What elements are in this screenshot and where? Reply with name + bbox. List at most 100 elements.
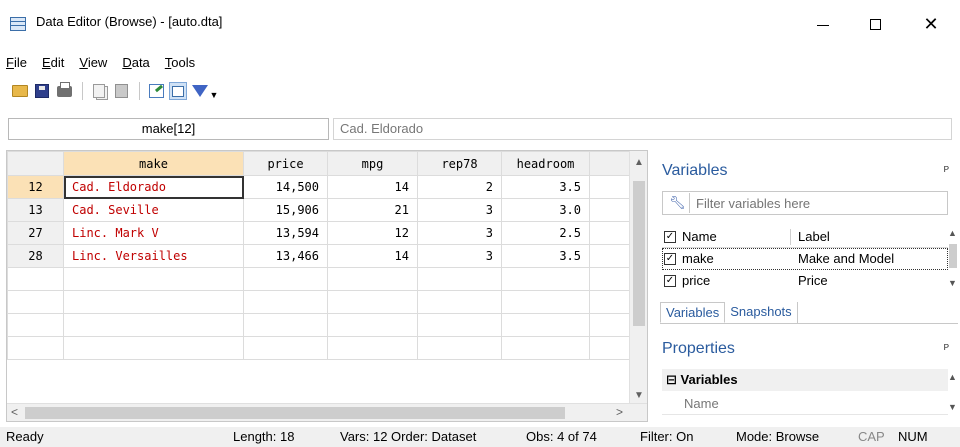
- variables-scrollbar[interactable]: ▲ ▼: [948, 226, 958, 298]
- empty-cell: [589, 175, 630, 199]
- maximize-button[interactable]: [852, 10, 898, 38]
- scroll-up-icon[interactable]: ▲: [634, 157, 644, 168]
- minimize-icon: [817, 24, 829, 26]
- properties-group-label: Variables: [680, 372, 738, 387]
- wrench-icon: 🔧︎: [669, 195, 686, 210]
- toolbar-separator: [82, 82, 83, 100]
- cell-make[interactable]: Linc. Mark V: [63, 221, 244, 245]
- cell-headroom[interactable]: 3.5: [501, 244, 590, 268]
- select-all-checkbox[interactable]: ✓: [664, 231, 676, 243]
- column-header-price[interactable]: price: [243, 151, 328, 176]
- status-num: NUM: [898, 429, 928, 444]
- column-header-rep78[interactable]: rep78: [417, 151, 502, 176]
- cell-headroom[interactable]: 3.5: [501, 175, 590, 199]
- scroll-down-icon[interactable]: ▼: [948, 402, 957, 412]
- scroll-down-icon[interactable]: ▼: [634, 390, 644, 401]
- properties-group-variables[interactable]: ⊟ Variables: [662, 369, 948, 391]
- pin-icon[interactable]: ᴾ: [944, 342, 949, 356]
- cell-headroom[interactable]: 3.0: [501, 198, 590, 222]
- status-mode: Mode: Browse: [736, 429, 820, 444]
- cell-mpg[interactable]: 14: [327, 244, 418, 268]
- cell-rep78[interactable]: 2: [417, 175, 502, 199]
- name-column-header[interactable]: Name: [682, 226, 717, 248]
- corner-cell[interactable]: [7, 151, 64, 176]
- menu-tools[interactable]: Tools: [165, 55, 195, 70]
- minimize-button[interactable]: [800, 10, 846, 38]
- print-button[interactable]: [54, 81, 74, 101]
- status-bar: Ready Length: 18 Vars: 12 Order: Dataset…: [0, 427, 960, 447]
- row-number[interactable]: 13: [7, 198, 64, 222]
- copy-icon: [93, 84, 105, 98]
- toolbar-separator: [139, 82, 140, 100]
- cell-mpg[interactable]: 14: [327, 175, 418, 199]
- row-number[interactable]: 12: [7, 175, 64, 199]
- pin-icon[interactable]: ᴾ: [944, 164, 949, 178]
- cell-price[interactable]: 13,466: [243, 244, 328, 268]
- collapse-icon[interactable]: ⊟: [666, 372, 677, 387]
- scroll-thumb[interactable]: [25, 407, 565, 419]
- column-header-mpg[interactable]: mpg: [327, 151, 418, 176]
- browse-mode-button[interactable]: [168, 81, 188, 101]
- cell-make[interactable]: Linc. Versailles: [63, 244, 244, 268]
- cell-make[interactable]: Cad. Eldorado: [63, 175, 244, 199]
- cell-price[interactable]: 13,594: [243, 221, 328, 245]
- scroll-down-icon[interactable]: ▼: [948, 278, 957, 288]
- copy-button[interactable]: [89, 81, 109, 101]
- paste-icon: [114, 84, 128, 98]
- column-header-make[interactable]: make: [63, 151, 244, 176]
- data-grid[interactable]: make price mpg rep78 headroom 12 Cad. El…: [6, 150, 648, 422]
- print-icon: [56, 81, 72, 97]
- menu-view[interactable]: View: [79, 55, 107, 70]
- edit-mode-icon: [148, 84, 164, 98]
- status-cap: CAP: [858, 429, 885, 444]
- cell-price[interactable]: 15,906: [243, 198, 328, 222]
- empty-row: [7, 313, 630, 337]
- save-button[interactable]: [32, 81, 52, 101]
- cell-headroom[interactable]: 2.5: [501, 221, 590, 245]
- cell-name-box[interactable]: make[12]: [8, 118, 329, 140]
- tab-snapshots[interactable]: Snapshots: [725, 302, 798, 323]
- table-row: 27 Linc. Mark V 13,594 12 3 2.5: [7, 221, 630, 245]
- scroll-left-icon[interactable]: <: [11, 405, 18, 419]
- row-number[interactable]: 28: [7, 244, 64, 268]
- variable-checkbox[interactable]: ✓: [664, 253, 676, 265]
- filter-button[interactable]: ▼: [190, 81, 220, 101]
- scroll-thumb[interactable]: [949, 244, 957, 268]
- grid-vertical-scrollbar[interactable]: ▲ ▼: [629, 151, 647, 405]
- variable-checkbox[interactable]: ✓: [664, 275, 676, 287]
- close-button[interactable]: ✕: [908, 10, 954, 38]
- variable-label: Make and Model: [798, 251, 895, 266]
- scroll-thumb[interactable]: [633, 181, 645, 326]
- scroll-right-icon[interactable]: >: [616, 405, 623, 419]
- grid-horizontal-scrollbar[interactable]: < >: [7, 403, 647, 421]
- column-header-headroom[interactable]: headroom: [501, 151, 590, 176]
- paste-button[interactable]: [111, 81, 131, 101]
- cell-mpg[interactable]: 12: [327, 221, 418, 245]
- menu-bar: File Edit View Data Tools: [0, 50, 960, 74]
- row-number[interactable]: 27: [7, 221, 64, 245]
- menu-data[interactable]: Data: [122, 55, 149, 70]
- status-ready: Ready: [6, 429, 44, 444]
- open-icon: [12, 85, 28, 97]
- cell-rep78[interactable]: 3: [417, 198, 502, 222]
- label-column-header[interactable]: Label: [798, 226, 830, 248]
- scroll-up-icon[interactable]: ▲: [948, 228, 957, 238]
- open-button[interactable]: [10, 81, 30, 101]
- cell-rep78[interactable]: 3: [417, 244, 502, 268]
- cell-make[interactable]: Cad. Seville: [63, 198, 244, 222]
- edit-mode-button[interactable]: [146, 81, 166, 101]
- filter-variables-input[interactable]: [689, 193, 945, 213]
- cell-rep78[interactable]: 3: [417, 221, 502, 245]
- scroll-up-icon[interactable]: ▲: [948, 372, 957, 382]
- cell-value-field[interactable]: Cad. Eldorado: [333, 118, 952, 140]
- property-name-row[interactable]: Name: [662, 393, 948, 415]
- tab-variables[interactable]: Variables: [660, 302, 726, 323]
- table-row: 28 Linc. Versailles 13,466 14 3 3.5: [7, 244, 630, 268]
- cell-mpg[interactable]: 21: [327, 198, 418, 222]
- menu-file[interactable]: File: [6, 55, 27, 70]
- empty-row: [7, 267, 630, 291]
- cell-price[interactable]: 14,500: [243, 175, 328, 199]
- variable-row-price[interactable]: ✓ price Price: [662, 270, 948, 292]
- variable-row-make[interactable]: ✓ make Make and Model: [662, 248, 948, 270]
- menu-edit[interactable]: Edit: [42, 55, 64, 70]
